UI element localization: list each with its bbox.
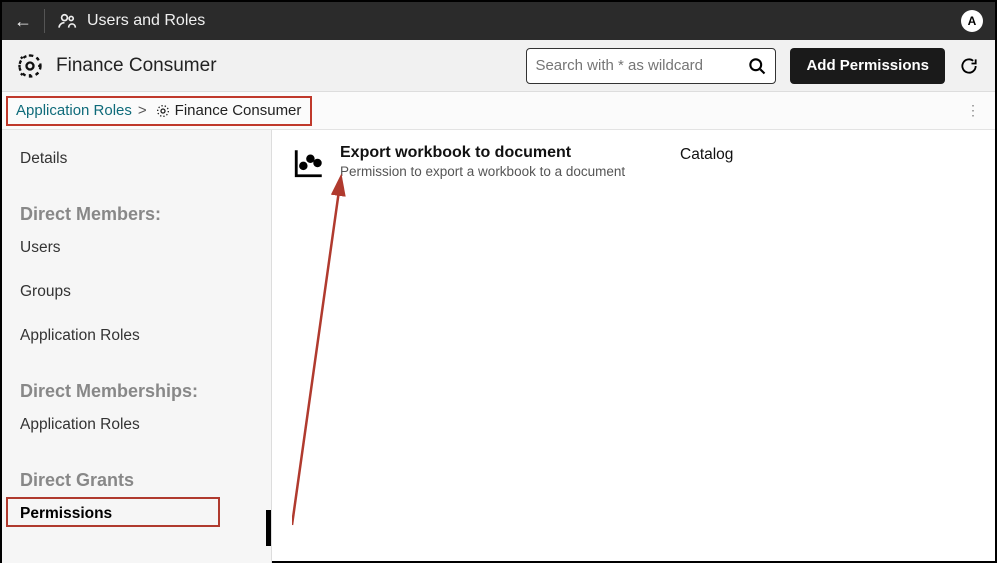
chart-icon: [292, 146, 326, 180]
refresh-button[interactable]: [957, 48, 981, 84]
page-title: Users and Roles: [87, 12, 205, 30]
sidebar: Details Direct Members: Users Groups App…: [2, 130, 272, 563]
content-pane: Export workbook to document Permission t…: [272, 130, 995, 563]
avatar[interactable]: A: [961, 10, 983, 32]
sidebar-heading-memberships: Direct Memberships:: [20, 381, 265, 402]
search-input[interactable]: [535, 57, 747, 74]
permission-description: Permission to export a workbook to a doc…: [340, 164, 640, 179]
divider: [44, 9, 45, 33]
sidebar-item-users[interactable]: Users: [20, 233, 265, 263]
permission-title: Export workbook to document: [340, 144, 640, 162]
breadcrumb-sep: >: [138, 102, 147, 119]
permission-category: Catalog: [680, 146, 733, 164]
role-gear-icon: [16, 52, 44, 80]
role-title: Finance Consumer: [56, 55, 217, 77]
breadcrumb-root[interactable]: Application Roles: [16, 102, 132, 119]
back-button[interactable]: ←: [14, 11, 32, 32]
sidebar-heading-members: Direct Members:: [20, 204, 265, 225]
search-icon[interactable]: [747, 56, 767, 76]
users-roles-icon: [57, 11, 77, 31]
sidebar-item-app-roles-members[interactable]: Application Roles: [20, 321, 265, 351]
sidebar-item-permissions[interactable]: Permissions: [20, 499, 265, 529]
breadcrumb-gear-icon: [155, 103, 171, 119]
permission-row[interactable]: Export workbook to document Permission t…: [292, 144, 975, 180]
add-permissions-button[interactable]: Add Permissions: [790, 48, 945, 84]
sidebar-item-app-roles-memberships[interactable]: Application Roles: [20, 410, 265, 440]
sidebar-item-details[interactable]: Details: [20, 144, 265, 174]
kebab-menu[interactable]: ⋮: [966, 102, 981, 119]
breadcrumb-current: Finance Consumer: [175, 102, 302, 119]
sidebar-heading-grants: Direct Grants: [20, 470, 265, 491]
search-box[interactable]: [526, 48, 776, 84]
sidebar-item-groups[interactable]: Groups: [20, 277, 265, 307]
selection-marker: [266, 510, 271, 546]
annotation-arrow: [292, 160, 352, 530]
